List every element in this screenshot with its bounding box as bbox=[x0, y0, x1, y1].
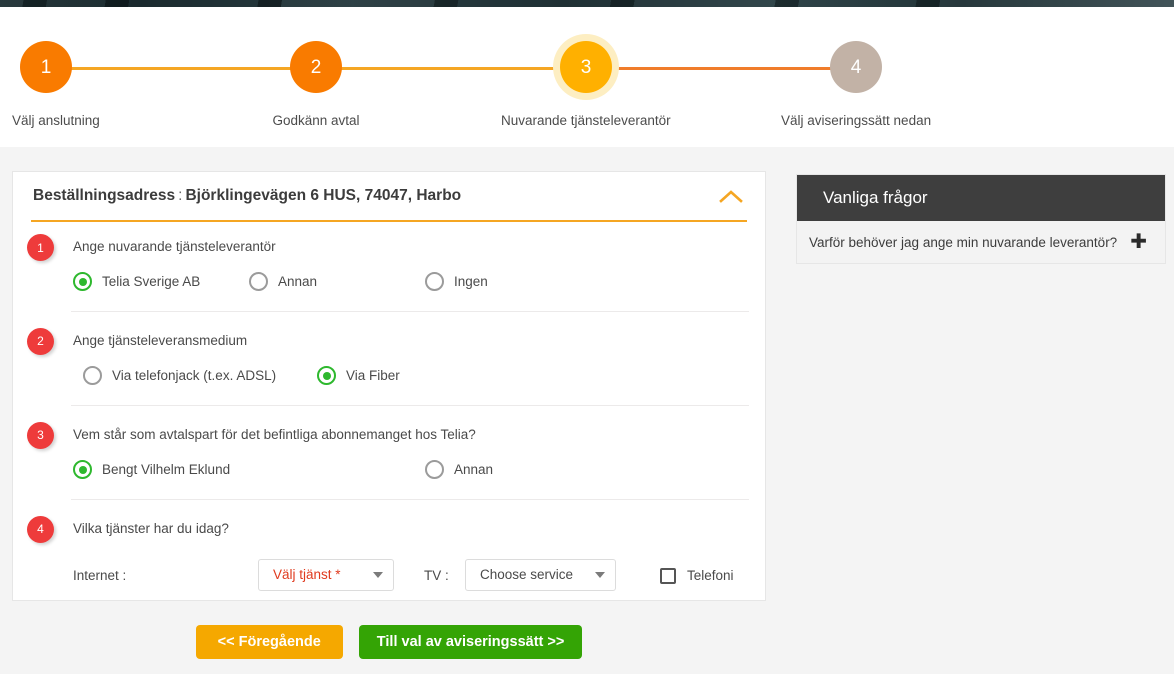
faq-question: Varför behöver jag ange min nuvarande le… bbox=[809, 234, 1118, 250]
card-header[interactable]: Beställningsadress: Björklingevägen 6 HUS… bbox=[13, 172, 765, 220]
radio-unselected-icon[interactable] bbox=[425, 272, 444, 292]
chevron-down-icon bbox=[595, 571, 605, 578]
order-address-card: Beställningsadress: Björklingevägen 6 HUS… bbox=[12, 171, 766, 601]
radio-unselected-icon[interactable] bbox=[249, 272, 268, 292]
tv-label: TV : bbox=[424, 567, 449, 583]
question-text: Vem står som avtalspart för det befintli… bbox=[73, 426, 476, 442]
stepper-connector-3 bbox=[586, 67, 856, 70]
chevron-down-icon bbox=[373, 571, 383, 578]
tv-service-value: Choose service bbox=[480, 567, 574, 583]
radio-option[interactable]: Telia Sverige AB bbox=[73, 272, 201, 292]
internet-label: Internet : bbox=[73, 567, 127, 583]
card-title-separator: : bbox=[178, 187, 183, 204]
radio-option-label: Via Fiber bbox=[346, 368, 400, 384]
radio-option-label: Via telefonjack (t.ex. ADSL) bbox=[112, 368, 277, 384]
radio-unselected-icon[interactable] bbox=[83, 366, 102, 386]
question-number-badge: 1 bbox=[27, 234, 54, 261]
radio-selected-icon[interactable] bbox=[73, 272, 92, 292]
stepper-label-3: Nuvarande tjänsteleverantör bbox=[501, 113, 671, 128]
question-section-4: 4 Vilka tjänster har du idag? Internet : Vä… bbox=[13, 515, 765, 593]
stepper-number-4: 4 bbox=[830, 41, 882, 93]
form-action-bar: << Föregående Till val av aviseringssätt… bbox=[12, 625, 766, 659]
stepper-number-3: 3 bbox=[560, 41, 612, 93]
card-title-address: Björklingevägen 6 HUS, 74047, Harbo bbox=[185, 187, 462, 204]
question-text: Ange tjänsteleveransmedium bbox=[73, 332, 248, 348]
radio-option[interactable]: Annan bbox=[425, 460, 494, 480]
card-title-underline bbox=[31, 220, 747, 222]
internet-service-value: Välj tjänst * bbox=[273, 567, 341, 583]
radio-option[interactable]: Annan bbox=[249, 272, 318, 292]
question-text: Ange nuvarande tjänsteleverantör bbox=[73, 239, 276, 254]
radio-option[interactable]: Via Fiber bbox=[317, 366, 400, 386]
progress-stepper: 1 Välj anslutning 2 Godkänn avtal 3 Nuvarande… bbox=[0, 7, 1174, 147]
question-number-badge: 3 bbox=[27, 421, 54, 449]
radio-option-label: Bengt Vilhelm Eklund bbox=[102, 462, 231, 478]
stepper-connector-1 bbox=[46, 67, 316, 70]
question-section-2: 2 Ange tjänsteleveransmedium Via telefonja… bbox=[13, 327, 765, 387]
internet-service-select[interactable]: Välj tjänst * bbox=[258, 558, 394, 591]
stepper-connector-2 bbox=[316, 67, 586, 70]
faq-panel: Vanliga frågor Varför behöver jag ange m… bbox=[796, 174, 1166, 264]
question-section-1: 1 Ange nuvarande tjänsteleverantör Telia S… bbox=[13, 234, 765, 293]
radio-group: Bengt Vilhelm Eklund Annan bbox=[73, 459, 765, 481]
chevron-up-icon[interactable] bbox=[715, 186, 747, 208]
header-hero-image bbox=[0, 0, 1174, 7]
telephony-label: Telefoni bbox=[687, 567, 734, 583]
question-text: Vilka tjänster har du idag? bbox=[73, 520, 229, 536]
stepper-label-2: Godkänn avtal bbox=[272, 113, 360, 128]
radio-option-label: Telia Sverige AB bbox=[102, 274, 201, 290]
plus-icon[interactable]: ✚ bbox=[1130, 232, 1147, 252]
faq-items: Varför behöver jag ange min nuvarande le… bbox=[797, 221, 1165, 263]
radio-option-label: Ingen bbox=[454, 274, 488, 290]
tv-service-select[interactable]: Choose service bbox=[465, 558, 616, 591]
next-button[interactable]: Till val av aviseringssätt >> bbox=[358, 625, 583, 659]
card-title: Beställningsadress: Björklingevägen 6 HUS… bbox=[33, 187, 461, 205]
question-number-badge: 4 bbox=[27, 515, 54, 543]
card-title-label: Beställningsadress bbox=[33, 187, 176, 204]
radio-option[interactable]: Ingen bbox=[425, 272, 488, 292]
stepper-label-4: Välj aviseringssätt nedan bbox=[781, 113, 932, 128]
radio-option[interactable]: Via telefonjack (t.ex. ADSL) bbox=[83, 366, 277, 386]
radio-selected-icon[interactable] bbox=[73, 460, 92, 480]
checkbox-icon[interactable] bbox=[660, 567, 676, 584]
faq-heading: Vanliga frågor bbox=[797, 175, 1165, 221]
question-section-3: 3 Vem står som avtalspart för det befintl… bbox=[13, 421, 765, 481]
stepper-number-2: 2 bbox=[290, 41, 342, 93]
question-number-badge: 2 bbox=[27, 327, 54, 355]
radio-selected-icon[interactable] bbox=[317, 366, 336, 386]
stepper-label-1: Välj anslutning bbox=[12, 113, 100, 128]
telephony-checkbox-option[interactable]: Telefoni bbox=[660, 559, 734, 593]
radio-option-label: Annan bbox=[454, 462, 494, 478]
questions-list: 1 Ange nuvarande tjänsteleverantör Telia S… bbox=[13, 220, 765, 593]
stepper-number-1: 1 bbox=[20, 41, 72, 93]
services-row: Internet : Välj tjänst * TV : Choose servic… bbox=[73, 558, 765, 593]
faq-item[interactable]: Varför behöver jag ange min nuvarande le… bbox=[797, 221, 1165, 263]
radio-unselected-icon[interactable] bbox=[425, 460, 444, 480]
radio-group: Via telefonjack (t.ex. ADSL) Via Fiber bbox=[73, 365, 765, 387]
radio-option[interactable]: Bengt Vilhelm Eklund bbox=[73, 460, 231, 480]
progress-stepper-area: 1 Välj anslutning 2 Godkänn avtal 3 Nuvarande… bbox=[0, 7, 1174, 147]
radio-group: Telia Sverige AB Annan Ingen bbox=[73, 271, 765, 293]
radio-option-label: Annan bbox=[278, 274, 318, 290]
previous-button[interactable]: << Föregående bbox=[195, 625, 343, 659]
